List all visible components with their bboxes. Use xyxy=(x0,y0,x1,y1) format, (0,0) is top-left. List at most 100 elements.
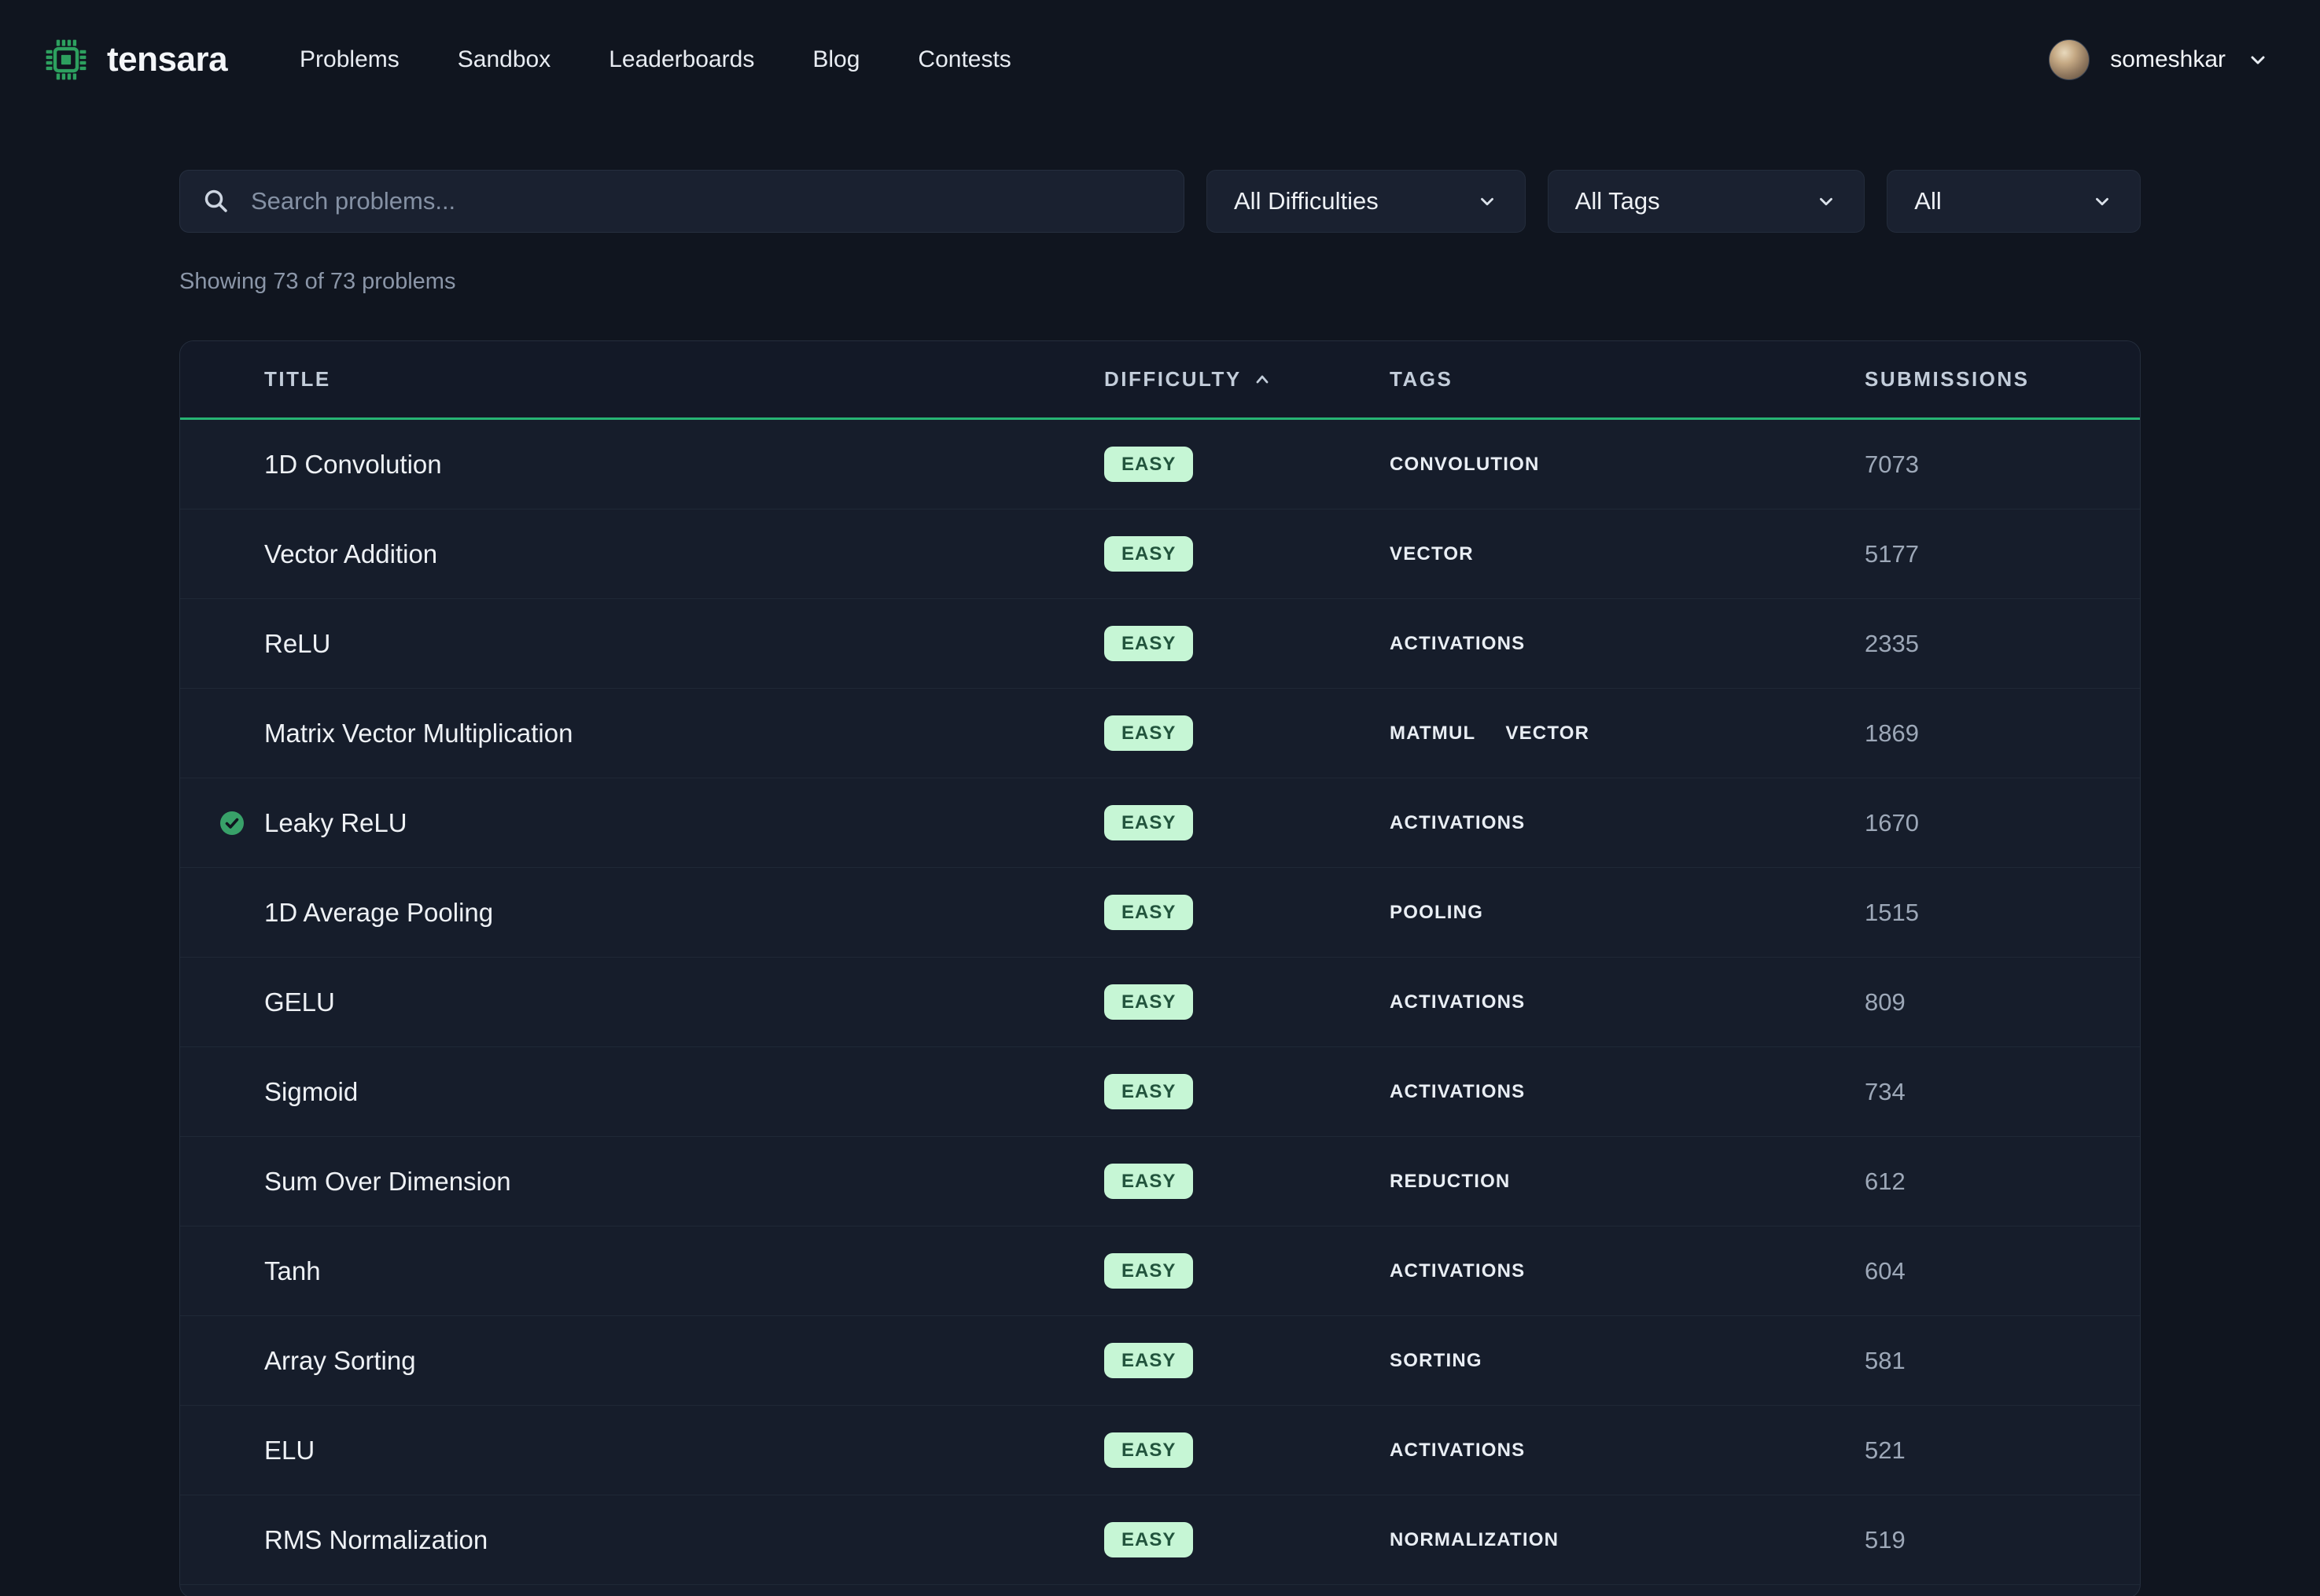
problem-title: ELU xyxy=(264,1436,315,1465)
brand-logo[interactable]: tensara xyxy=(44,38,227,82)
tags-cell: ACTIVATIONS xyxy=(1390,991,1865,1013)
submissions-count: 2335 xyxy=(1865,630,2140,658)
nav-link-problems[interactable]: Problems xyxy=(300,46,400,73)
difficulty-badge: EASY xyxy=(1104,1343,1193,1378)
problem-title: Sum Over Dimension xyxy=(264,1167,511,1197)
problem-title: Sigmoid xyxy=(264,1077,358,1107)
chip-icon xyxy=(44,38,88,82)
table-row[interactable]: Sigmoid EASY ACTIVATIONS 734 xyxy=(180,1047,2140,1137)
tags-cell: VECTOR xyxy=(1390,543,1865,565)
tags-cell: ACTIVATIONS xyxy=(1390,1081,1865,1103)
table-row[interactable]: Leaky ReLU EASY ACTIVATIONS 1670 xyxy=(180,778,2140,868)
problem-title: 1D Average Pooling xyxy=(264,898,493,928)
tag-label: ACTIVATIONS xyxy=(1390,1081,1525,1103)
column-header-submissions[interactable]: SUBMISSIONS xyxy=(1865,367,2140,392)
tag-label: POOLING xyxy=(1390,902,1483,924)
tags-cell: ACTIVATIONS xyxy=(1390,1440,1865,1462)
tags-cell: ACTIVATIONS xyxy=(1390,633,1865,655)
difficulty-badge: EASY xyxy=(1104,1432,1193,1468)
nav-links: Problems Sandbox Leaderboards Blog Conte… xyxy=(300,46,1011,73)
type-select[interactable]: All xyxy=(1887,170,2141,233)
table-row[interactable]: Vector Addition EASY VECTOR 5177 xyxy=(180,509,2140,599)
submissions-count: 5177 xyxy=(1865,540,2140,568)
tag-label: VECTOR xyxy=(1505,723,1589,745)
search-box[interactable] xyxy=(179,170,1184,233)
table-row[interactable]: Array Sorting EASY SORTING 581 xyxy=(180,1316,2140,1406)
results-summary: Showing 73 of 73 problems xyxy=(179,269,2141,295)
difficulty-cell: EASY xyxy=(1104,984,1390,1020)
navbar: tensara Problems Sandbox Leaderboards Bl… xyxy=(0,0,2320,120)
difficulty-cell: EASY xyxy=(1104,805,1390,840)
table-row[interactable]: 1D Average Pooling EASY POOLING 1515 xyxy=(180,868,2140,958)
table-row[interactable]: RMS Normalization EASY NORMALIZATION 519 xyxy=(180,1495,2140,1585)
submissions-count: 604 xyxy=(1865,1257,2140,1285)
title-cell: Tanh xyxy=(180,1256,1104,1286)
search-input[interactable] xyxy=(249,186,1162,216)
tags-cell: NORMALIZATION xyxy=(1390,1529,1865,1551)
problem-title: RMS Normalization xyxy=(264,1525,488,1555)
tags-select[interactable]: All Tags xyxy=(1548,170,1865,233)
nav-link-leaderboards[interactable]: Leaderboards xyxy=(609,46,754,73)
column-header-difficulty[interactable]: DIFFICULTY xyxy=(1104,367,1390,392)
tag-label: ACTIVATIONS xyxy=(1390,991,1525,1013)
problems-table-body: 1D Convolution EASY CONVOLUTION 7073 Vec… xyxy=(180,420,2140,1585)
table-row[interactable]: Matrix Vector Multiplication EASY MATMUL… xyxy=(180,689,2140,778)
table-row[interactable]: Sum Over Dimension EASY REDUCTION 612 xyxy=(180,1137,2140,1226)
difficulty-cell: EASY xyxy=(1104,1432,1390,1468)
table-row[interactable]: Tanh EASY ACTIVATIONS 604 xyxy=(180,1226,2140,1316)
table-row[interactable]: 1D Convolution EASY CONVOLUTION 7073 xyxy=(180,420,2140,509)
problem-title: Matrix Vector Multiplication xyxy=(264,719,573,748)
table-row[interactable]: GELU EASY ACTIVATIONS 809 xyxy=(180,958,2140,1047)
submissions-count: 612 xyxy=(1865,1168,2140,1196)
column-header-tags[interactable]: TAGS xyxy=(1390,367,1865,392)
difficulty-badge: EASY xyxy=(1104,1253,1193,1289)
tag-label: MATMUL xyxy=(1390,723,1475,745)
main-content: All Difficulties All Tags All Showing 73… xyxy=(179,170,2141,1596)
avatar[interactable] xyxy=(2049,39,2090,80)
difficulty-badge: EASY xyxy=(1104,1074,1193,1109)
tag-label: ACTIVATIONS xyxy=(1390,633,1525,655)
problem-title: 1D Convolution xyxy=(264,450,442,480)
table-row[interactable]: ELU EASY ACTIVATIONS 521 xyxy=(180,1406,2140,1495)
tag-label: SORTING xyxy=(1390,1350,1482,1372)
submissions-count: 7073 xyxy=(1865,450,2140,479)
tags-select-value: All Tags xyxy=(1575,187,1660,215)
filters-bar: All Difficulties All Tags All xyxy=(179,170,2141,233)
title-cell: Array Sorting xyxy=(180,1346,1104,1376)
submissions-count: 519 xyxy=(1865,1526,2140,1554)
problem-title: GELU xyxy=(264,987,335,1017)
tag-label: NORMALIZATION xyxy=(1390,1529,1559,1551)
difficulty-badge: EASY xyxy=(1104,447,1193,482)
difficulty-cell: EASY xyxy=(1104,447,1390,482)
submissions-count: 1515 xyxy=(1865,899,2140,927)
difficulty-badge: EASY xyxy=(1104,805,1193,840)
nav-link-contests[interactable]: Contests xyxy=(918,46,1011,73)
nav-link-sandbox[interactable]: Sandbox xyxy=(458,46,551,73)
difficulty-cell: EASY xyxy=(1104,536,1390,572)
difficulty-cell: EASY xyxy=(1104,1343,1390,1378)
nav-link-blog[interactable]: Blog xyxy=(812,46,860,73)
difficulty-badge: EASY xyxy=(1104,536,1193,572)
column-header-title[interactable]: TITLE xyxy=(180,367,1104,392)
solved-check-icon xyxy=(219,811,245,836)
tag-label: ACTIVATIONS xyxy=(1390,812,1525,834)
chevron-down-icon xyxy=(1815,190,1837,212)
difficulty-badge: EASY xyxy=(1104,715,1193,751)
difficulty-cell: EASY xyxy=(1104,1164,1390,1199)
title-cell: RMS Normalization xyxy=(180,1525,1104,1555)
chevron-down-icon xyxy=(1476,190,1498,212)
problem-title: Array Sorting xyxy=(264,1346,416,1376)
submissions-count: 1869 xyxy=(1865,719,2140,748)
difficulty-badge: EASY xyxy=(1104,895,1193,930)
brand-name: tensara xyxy=(107,40,227,79)
title-cell: 1D Average Pooling xyxy=(180,898,1104,928)
problem-title: Vector Addition xyxy=(264,539,437,569)
tags-cell: SORTING xyxy=(1390,1350,1865,1372)
table-row[interactable]: ReLU EASY ACTIVATIONS 2335 xyxy=(180,599,2140,689)
title-cell: Leaky ReLU xyxy=(180,808,1104,838)
problem-title: Tanh xyxy=(264,1256,321,1286)
title-cell: Sum Over Dimension xyxy=(180,1167,1104,1197)
difficulty-select[interactable]: All Difficulties xyxy=(1206,170,1526,233)
user-menu[interactable]: someshkar xyxy=(2049,39,2270,80)
difficulty-badge: EASY xyxy=(1104,984,1193,1020)
